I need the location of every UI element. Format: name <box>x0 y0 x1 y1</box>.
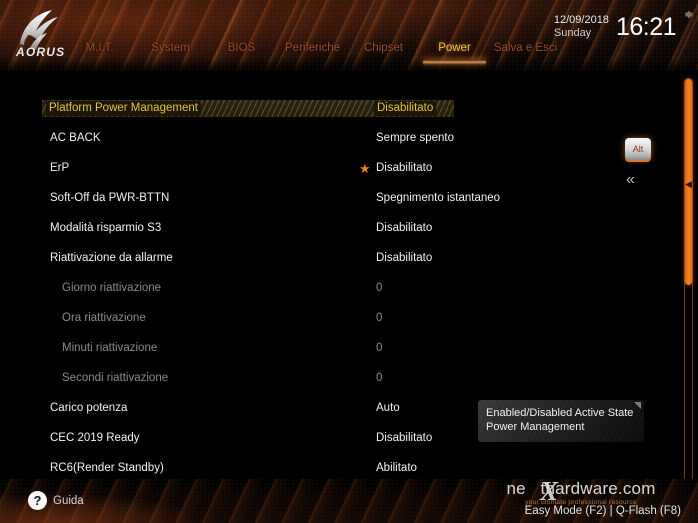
footer-shortcut-keys[interactable]: Easy Mode (F2) | Q-Flash (F8) <box>525 504 681 518</box>
collapse-chevron-icon[interactable]: « <box>626 172 635 188</box>
setting-value[interactable]: Disabilitato <box>376 221 432 236</box>
setting-value: 0 <box>376 342 383 354</box>
header-bar: AORUS M.I.T. System BIOS Periferiche Chi… <box>0 0 698 72</box>
tab-system[interactable]: System <box>135 40 206 55</box>
setting-value: 0 <box>376 372 383 384</box>
question-mark-icon: ? <box>28 491 47 510</box>
setting-value[interactable]: Disabilitato <box>376 251 432 266</box>
setting-label: Minuti riattivazione <box>62 342 158 354</box>
setting-row-secondi-riattivazione: Secondi riattivazione 0 <box>0 371 640 386</box>
tab-label: System <box>151 42 190 54</box>
setting-label: Riattivazione da allarme <box>50 252 173 264</box>
setting-label: Modalità risparmio S3 <box>50 222 162 234</box>
setting-label: Giorno riattivazione <box>62 282 162 294</box>
setting-value[interactable]: Sempre spento <box>376 131 454 146</box>
tab-mit[interactable]: M.I.T. <box>64 40 135 55</box>
alt-key-label: Alt <box>632 144 644 154</box>
setting-label: CEC 2019 Ready <box>50 432 140 444</box>
scrollbar-grip-icon: ◀ <box>685 179 692 189</box>
setting-value[interactable]: Auto <box>376 401 400 416</box>
gear-icon[interactable] <box>681 8 694 21</box>
setting-value[interactable]: Spegnimento istantaneo <box>376 191 500 206</box>
tab-chipset[interactable]: Chipset <box>348 40 419 55</box>
tab-label: Periferiche <box>285 42 340 54</box>
svg-text:AORUS: AORUS <box>15 45 65 59</box>
tooltip-text: Enabled/Disabled Active State Power Mana… <box>486 407 634 433</box>
setting-label: RC6(Render Standby) <box>50 462 164 474</box>
tab-label: Power <box>438 42 471 54</box>
section-title: Platform Power Management <box>46 101 201 116</box>
setting-label: Ora riattivazione <box>62 312 146 324</box>
bios-setup-screen: AORUS M.I.T. System BIOS Periferiche Chi… <box>0 0 698 523</box>
setting-row-ac-back[interactable]: AC BACK Sempre spento <box>0 131 640 146</box>
date-time-display: 12/09/2018 Sunday 16:21 <box>553 13 677 41</box>
setting-row-erp[interactable]: ★ ErP Disabilitato <box>0 161 640 176</box>
tab-label: BIOS <box>227 42 256 54</box>
settings-list: AC BACK Sempre spento ★ ErP Disabilitato… <box>0 131 640 474</box>
setting-row-soft-off-pwr-bttn[interactable]: Soft-Off da PWR-BTTN Spegnimento istanta… <box>0 191 640 206</box>
tab-bios[interactable]: BIOS <box>206 40 277 55</box>
current-time: 16:21 <box>615 13 677 41</box>
scrollbar-track[interactable] <box>684 78 693 482</box>
tab-label: Salva e Esci <box>493 42 558 54</box>
section-header-value-bar: Disabilitato <box>368 100 448 117</box>
star-icon: ★ <box>359 161 371 176</box>
tab-power[interactable]: Power <box>419 40 490 65</box>
help-button[interactable]: ? Guida <box>28 491 84 510</box>
header-fade <box>0 58 698 72</box>
setting-label: ErP <box>50 162 70 174</box>
tab-periferiche[interactable]: Periferiche <box>277 40 348 55</box>
tab-salva-e-esci[interactable]: Salva e Esci <box>490 40 561 55</box>
setting-row-riattivazione-da-allarme[interactable]: Riattivazione da allarme Disabilitato <box>0 251 640 266</box>
setting-value: 0 <box>376 312 383 324</box>
current-day: Sunday <box>553 27 592 39</box>
setting-row-modalita-risparmio-s3[interactable]: Modalità risparmio S3 Disabilitato <box>0 221 640 236</box>
setting-value[interactable]: Disabilitato <box>376 161 432 176</box>
setting-row-minuti-riattivazione: Minuti riattivazione 0 <box>0 341 640 356</box>
footer-bar: ? Guida ne thardware.com X your ultimate… <box>0 479 698 523</box>
setting-label: Carico potenza <box>50 402 128 414</box>
setting-label: Secondi riattivazione <box>62 372 169 384</box>
setting-label: Soft-Off da PWR-BTTN <box>50 192 170 204</box>
alt-key-button[interactable]: Alt <box>625 138 651 160</box>
setting-label: AC BACK <box>50 132 101 144</box>
watermark-main-text: ne thardware.com <box>506 479 656 498</box>
tab-label: Chipset <box>364 42 403 54</box>
section-value: Disabilitato <box>374 101 437 116</box>
help-tooltip: Enabled/Disabled Active State Power Mana… <box>478 400 644 442</box>
setting-value[interactable]: Disabilitato <box>376 431 432 446</box>
setting-row-giorno-riattivazione: Giorno riattivazione 0 <box>0 281 640 296</box>
current-date: 12/09/2018 <box>553 14 609 26</box>
tab-label: M.I.T. <box>85 42 114 54</box>
site-watermark: ne thardware.com X your ultimate profess… <box>476 479 686 507</box>
help-label: Guida <box>53 494 84 507</box>
watermark-x-logo: X <box>540 479 559 506</box>
setting-row-ora-riattivazione: Ora riattivazione 0 <box>0 311 640 326</box>
setting-value[interactable]: Abilitato <box>376 461 417 476</box>
setting-row-rc6-render-standby[interactable]: RC6(Render Standby) Abilitato <box>0 461 640 476</box>
setting-value: 0 <box>376 282 383 294</box>
